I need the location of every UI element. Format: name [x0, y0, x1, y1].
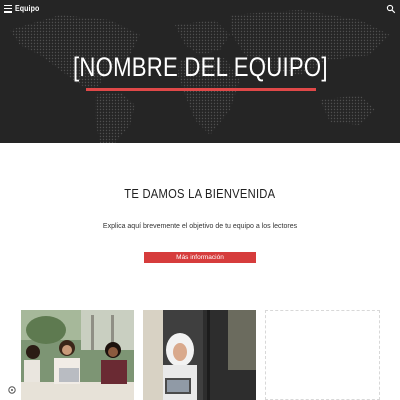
- welcome-heading: TE DAMOS LA BIENVENIDA: [0, 186, 400, 201]
- hero-title-text: [NOMBRE DEL EQUIPO]: [72, 52, 328, 82]
- gear-icon[interactable]: [8, 386, 16, 394]
- hero-title: [NOMBRE DEL EQUIPO]: [0, 52, 400, 83]
- intro-text: Explica aquí brevemente el objetivo de t…: [102, 223, 298, 230]
- top-bar: Equipo: [0, 0, 400, 20]
- welcome-heading-text: TE DAMOS LA BIENVENIDA: [124, 186, 276, 201]
- hamburger-menu-icon[interactable]: [4, 5, 12, 13]
- team-photo-card-2[interactable]: [143, 310, 256, 400]
- site-title[interactable]: Equipo: [15, 4, 39, 13]
- woman-with-tablet-photo: [143, 310, 256, 400]
- search-icon[interactable]: [386, 4, 396, 14]
- hero-title-underline: [86, 88, 316, 91]
- more-info-button[interactable]: Más información: [144, 252, 256, 263]
- team-photo-card-1[interactable]: [21, 310, 134, 400]
- hero-banner: Equipo [NOMBRE DEL EQUIPO]: [0, 0, 400, 143]
- empty-card[interactable]: [265, 310, 380, 400]
- team-meeting-photo: [21, 310, 134, 400]
